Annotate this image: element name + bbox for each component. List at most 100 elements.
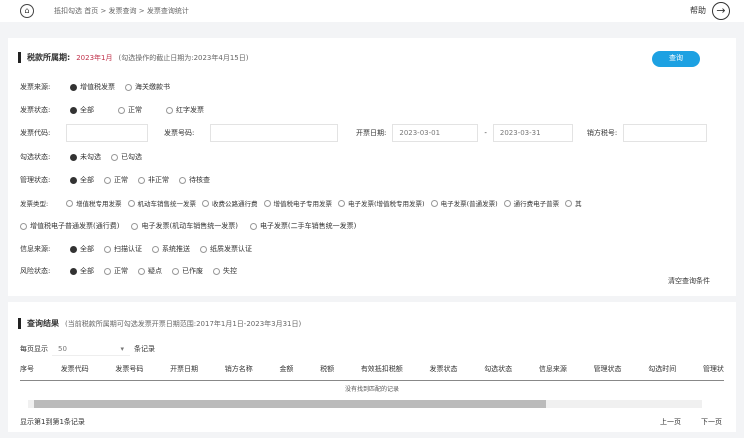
check-option[interactable]: 未勾选 [70,152,101,162]
period-value: 2023年1月 [76,53,113,62]
type-option[interactable]: 电子发票(机动车销售统一发票) [131,221,238,231]
risk-option[interactable]: 疑点 [138,266,162,276]
invoice-number-input[interactable] [210,124,338,142]
prev-page-button[interactable]: 上一页 [660,417,681,427]
type-option[interactable]: 其 [565,198,582,208]
type-option[interactable]: 电子发票(普通发票) [430,198,498,208]
info-option[interactable]: 纸质发票认证 [200,244,252,254]
column-header[interactable]: 信息来源 [539,364,567,374]
next-page-button[interactable]: 下一页 [701,417,722,427]
info-option[interactable]: 系统推送 [152,244,190,254]
column-header[interactable]: 发票代码 [61,364,89,374]
info-label: 信息来源: [20,245,51,253]
type-option[interactable]: 增值税电子普通发票(通行费) [20,221,119,231]
table-header: 序号 发票代码 发票号码 开票日期 销方名称 金额 税额 有效抵扣税额 发票状态… [20,364,724,381]
date-label: 开票日期: [356,129,387,137]
risk-option[interactable]: 全部 [70,266,94,276]
source-option[interactable]: 增值税发票 [70,82,115,92]
type-option[interactable]: 电子发票(增值税专用发票) [338,198,425,208]
page-size-select[interactable]: 50 ▾ [52,342,130,356]
risk-option[interactable]: 已作废 [172,266,203,276]
column-header[interactable]: 销方名称 [225,364,253,374]
column-header[interactable]: 管理状 [703,364,724,374]
top-bar: ⌂ 抵扣勾选 首页 > 发票查询 > 发票查询统计 帮助 → [0,0,744,22]
manage-option[interactable]: 非正常 [138,175,169,185]
column-header[interactable]: 勾选时间 [648,364,676,374]
result-panel: 查询结果 (当前税款所属期可勾选发票开票日期范围:2017年1月1日-2023年… [8,302,736,432]
column-header[interactable]: 有效抵扣税额 [361,364,403,374]
check-option[interactable]: 已勾选 [111,152,142,162]
column-header[interactable]: 税额 [320,364,334,374]
invoice-code-input[interactable] [66,124,148,142]
type-option[interactable]: 通行费电子普票 [503,198,559,208]
result-title: 查询结果 (当前税款所属期可勾选发票开票日期范围:2017年1月1日-2023年… [18,318,301,329]
title-bar [18,318,21,329]
page-size-row: 每页显示 50 ▾ 条记录 [20,342,155,356]
horizontal-scrollbar[interactable] [28,400,702,408]
help-link[interactable]: 帮助 [690,5,706,16]
type2-row: 增值税电子普通发票(通行费) 电子发票(机动车销售统一发票) 电子发票(二手车销… [20,221,356,231]
query-title: 税款所属期: 2023年1月 (勾选操作的截止日期为:2023年4月15日) [18,52,248,63]
pager: 上一页 下一页 [660,417,722,427]
fields-row: 发票代码: 发票号码: 开票日期: 2023-03-01 - 2023-03-3… [20,124,708,142]
risk-option[interactable]: 正常 [104,266,128,276]
code-label: 发票代码: [20,129,51,137]
date-from-input[interactable]: 2023-03-01 [392,124,479,142]
manage-option[interactable]: 正常 [104,175,128,185]
source-option[interactable]: 海关缴款书 [125,82,170,92]
manage-row: 管理状态: 全部 正常 非正常 待核查 [20,175,210,185]
type-option[interactable]: 增值税专用发票 [66,198,122,208]
manage-option[interactable]: 待核查 [179,175,210,185]
status-label: 发票状态: [20,106,51,114]
query-panel: 税款所属期: 2023年1月 (勾选操作的截止日期为:2023年4月15日) 查… [8,38,736,296]
column-header[interactable]: 管理状态 [594,364,622,374]
exit-icon[interactable]: → [712,2,730,20]
column-header[interactable]: 金额 [279,364,293,374]
manage-option[interactable]: 全部 [70,175,94,185]
risk-option[interactable]: 失控 [213,266,237,276]
type-option[interactable]: 机动车销售统一发票 [127,198,196,208]
type-option[interactable]: 收费公路通行费 [202,198,258,208]
risk-row: 风险状态: 全部 正常 疑点 已作废 失控 [20,266,237,276]
manage-label: 管理状态: [20,176,51,184]
type-option[interactable]: 电子发票(二手车销售统一发票) [249,221,356,231]
result-note: (当前税款所属期可勾选发票开票日期范围:2017年1月1日-2023年3月31日… [65,319,302,328]
date-sep: - [484,129,487,137]
status-row: 发票状态: 全部 正常 红字发票 [20,105,204,115]
type-label: 发票类型: [20,200,49,208]
info-option[interactable]: 全部 [70,244,94,254]
status-option[interactable]: 红字发票 [166,105,204,115]
column-header[interactable]: 发票状态 [430,364,458,374]
info-row: 信息来源: 全部 扫描认证 系统推送 纸质发票认证 [20,244,252,254]
date-to-input[interactable]: 2023-03-31 [492,124,573,142]
record-summary: 显示第1到第1条记录 [20,418,85,426]
column-header[interactable]: 开票日期 [170,364,198,374]
title-bar [18,52,21,63]
type-option[interactable]: 增值税电子专用发票 [263,198,332,208]
empty-message: 没有找到匹配的记录 [344,386,399,393]
column-header[interactable]: 序号 [20,364,34,374]
chevron-down-icon: ▾ [120,345,124,353]
column-header[interactable]: 勾选状态 [484,364,512,374]
source-row: 发票来源: 增值税发票 海关缴款书 [20,82,170,92]
risk-label: 风险状态: [20,267,51,275]
type-row: 发票类型: 增值税专用发票 机动车销售统一发票 收费公路通行费 增值税电子专用发… [20,198,582,208]
check-row: 勾选状态: 未勾选 已勾选 [20,152,142,162]
seller-label: 销方税号: [586,129,618,137]
page-size-label: 每页显示 [20,345,48,353]
scrollbar-thumb[interactable] [34,400,547,408]
column-header[interactable]: 发票号码 [115,364,143,374]
period-note: (勾选操作的截止日期为:2023年4月15日) [118,53,249,62]
query-button[interactable]: 查询 [652,51,700,67]
seller-tax-input[interactable] [623,124,708,142]
status-option[interactable]: 正常 [118,105,142,115]
info-option[interactable]: 扫描认证 [104,244,142,254]
check-label: 勾选状态: [20,153,51,161]
page-size-suffix: 条记录 [134,345,155,353]
number-label: 发票号码: [164,129,195,137]
period-label: 税款所属期: [27,53,71,62]
clear-conditions-link[interactable]: 清空查询条件 [668,276,710,286]
breadcrumb: 抵扣勾选 首页 > 发票查询 > 发票查询统计 [54,7,189,15]
status-option[interactable]: 全部 [70,105,94,115]
home-icon[interactable]: ⌂ [20,4,34,18]
